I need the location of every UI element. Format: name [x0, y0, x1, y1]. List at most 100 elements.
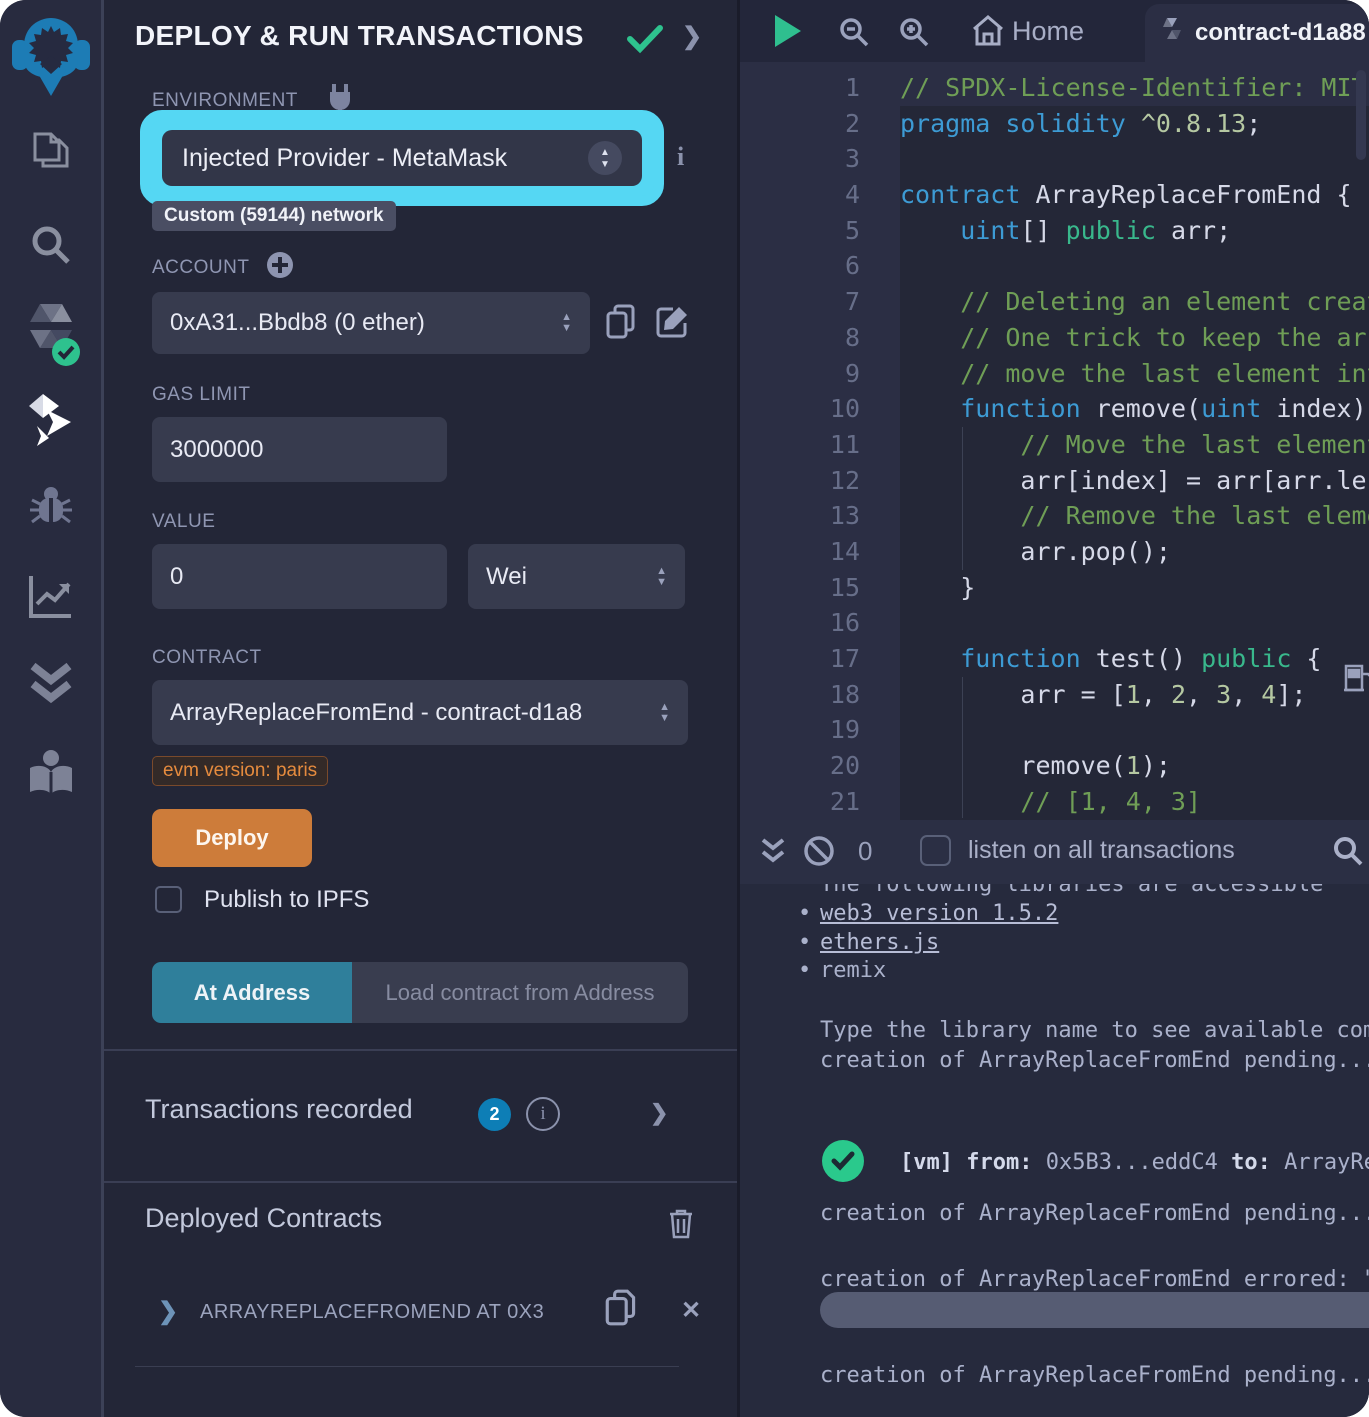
statistics-icon[interactable] — [0, 570, 101, 622]
select-arrows-icon: ▲▼ — [659, 702, 670, 724]
environment-info-icon[interactable]: i — [677, 142, 684, 172]
transactions-recorded-label: Transactions recorded — [145, 1094, 413, 1125]
deployed-item-expand-chevron[interactable]: ❯ — [158, 1297, 178, 1326]
remove-deployed-icon[interactable]: ✕ — [681, 1296, 701, 1325]
panel-title: DEPLOY & RUN TRANSACTIONS — [135, 20, 584, 52]
publish-ipfs-checkbox[interactable] — [155, 886, 182, 913]
static-analysis-icon[interactable] — [0, 658, 101, 710]
terminal-search-icon[interactable] — [1332, 835, 1364, 872]
code-line: 11 // Move the last element into the pla… — [740, 427, 1369, 463]
home-tab[interactable]: Home — [1012, 16, 1084, 47]
environment-select[interactable]: Injected Provider - MetaMask ▲▼ — [162, 130, 642, 186]
gas-limit-value: 3000000 — [170, 436, 263, 464]
code-lines: 1// SPDX-License-Identifier: MIT2pragma … — [740, 70, 1369, 819]
terminal-header: 0 listen on all transactions — [740, 820, 1369, 884]
transactions-expand-chevron[interactable]: ❯ — [650, 1100, 668, 1126]
code-line: 16 — [740, 605, 1369, 641]
terminal-line: Type the library name to see available c… — [820, 1018, 1369, 1043]
transactions-info-icon[interactable]: i — [526, 1097, 560, 1131]
add-account-icon[interactable] — [266, 251, 294, 284]
deployed-contracts-label: Deployed Contracts — [145, 1203, 382, 1234]
clear-console-icon[interactable] — [802, 834, 836, 873]
code-line: 15 } — [740, 570, 1369, 606]
code-line: 8 // One trick to keep the array compact… — [740, 320, 1369, 356]
copy-address-icon[interactable] — [604, 1288, 640, 1333]
icon-sidebar — [0, 0, 104, 1417]
gas-limit-label: GAS LIMIT — [152, 384, 250, 406]
zoom-out-icon[interactable] — [838, 16, 870, 53]
edit-account-icon[interactable] — [655, 303, 691, 344]
at-address-button[interactable]: At Address — [152, 962, 352, 1023]
listen-all-label: listen on all transactions — [968, 836, 1235, 865]
pending-tx-count: 0 — [858, 836, 872, 867]
search-icon[interactable] — [0, 222, 101, 268]
terminal-line: creation of ArrayReplaceFromEnd pending.… — [820, 1201, 1369, 1226]
tab-label: contract-d1a88 — [1195, 19, 1366, 47]
code-line: 1// SPDX-License-Identifier: MIT — [740, 70, 1369, 106]
code-line: 20 remove(1); — [740, 748, 1369, 784]
environment-highlight: Injected Provider - MetaMask ▲▼ — [140, 110, 664, 206]
zoom-in-icon[interactable] — [898, 16, 930, 53]
code-line: 2pragma solidity ^0.8.13; — [740, 106, 1369, 142]
collapse-terminal-icon[interactable] — [760, 836, 786, 873]
run-script-icon[interactable] — [775, 15, 801, 47]
contract-select[interactable]: ArrayReplaceFromEnd - contract-d1a8 ▲▼ — [152, 680, 688, 745]
evm-version-badge: evm version: paris — [152, 756, 328, 786]
terminal-line: creation of ArrayReplaceFromEnd errored:… — [820, 1267, 1369, 1292]
divider — [135, 1366, 679, 1367]
value-input[interactable]: 0 — [152, 544, 447, 609]
panel-collapse-chevron[interactable]: ❯ — [682, 22, 702, 51]
deploy-button[interactable]: Deploy — [152, 809, 312, 867]
divider — [104, 1049, 737, 1051]
load-address-input[interactable]: Load contract from Address — [352, 962, 688, 1023]
code-line: 13 // Remove the last element — [740, 498, 1369, 534]
divider — [104, 1181, 737, 1183]
learneth-icon[interactable] — [0, 748, 101, 802]
value-unit-select[interactable]: Wei ▲▼ — [468, 544, 685, 609]
terminal-line[interactable]: •web3 version 1.5.2 — [820, 901, 1058, 926]
code-line: 5 uint[] public arr; — [740, 213, 1369, 249]
value-label: VALUE — [152, 511, 215, 533]
debugger-icon[interactable] — [0, 482, 101, 532]
remix-logo[interactable] — [0, 12, 101, 98]
gas-limit-input[interactable]: 3000000 — [152, 417, 447, 482]
editor-topbar: Home contract-d1a88 — [740, 0, 1369, 62]
file-explorer-icon[interactable] — [0, 128, 101, 176]
copy-account-icon[interactable] — [605, 303, 639, 346]
home-icon[interactable] — [970, 14, 1006, 53]
trash-icon[interactable] — [666, 1206, 696, 1245]
remix-ide-window: DEPLOY & RUN TRANSACTIONS ❯ ENVIRONMENT … — [0, 0, 1369, 1417]
code-line: 19 — [740, 712, 1369, 748]
terminal-line: The following libraries are accessible — [820, 884, 1323, 897]
account-value: 0xA31...Bbdb8 (0 ether) — [170, 309, 425, 337]
value-value: 0 — [170, 563, 183, 591]
environment-label: ENVIRONMENT — [152, 90, 298, 112]
value-unit: Wei — [486, 563, 527, 591]
transactions-count-badge: 2 — [478, 1098, 511, 1131]
gas-estimate-icon — [1344, 662, 1369, 697]
terminal-line: [vm] from: 0x5B3...eddC4 to: ArrayReplac… — [900, 1150, 1369, 1175]
account-select[interactable]: 0xA31...Bbdb8 (0 ether) ▲▼ — [152, 292, 590, 354]
code-line: 17 function test() public { — [740, 641, 1369, 677]
code-line: 10 function remove(uint index) public { — [740, 391, 1369, 427]
select-arrows-icon: ▲▼ — [656, 566, 667, 588]
terminal-line[interactable]: •ethers.js — [820, 930, 939, 955]
network-badge: Custom (59144) network — [152, 201, 396, 231]
listen-all-checkbox[interactable] — [920, 835, 951, 866]
code-line: 7 // Deleting an element creates a gap i… — [740, 284, 1369, 320]
code-editor[interactable]: 1// SPDX-License-Identifier: MIT2pragma … — [740, 62, 1369, 820]
code-line: 4contract ArrayReplaceFromEnd { — [740, 177, 1369, 213]
code-line: 9 // move the last element into the plac… — [740, 356, 1369, 392]
indent-guide — [962, 427, 963, 570]
indent-guide — [962, 677, 963, 818]
terminal-output[interactable]: The following libraries are accessible •w… — [740, 884, 1369, 1417]
deployed-item-label: ARRAYREPLACEFROMEND AT 0X3 — [200, 1301, 544, 1324]
solidity-file-icon — [1161, 18, 1183, 48]
code-line: 14 arr.pop(); — [740, 534, 1369, 570]
solidity-compiler-icon[interactable] — [0, 302, 101, 368]
editor-area: Home contract-d1a88 1// SPDX-License-Ide… — [740, 0, 1369, 1417]
deploy-run-icon[interactable] — [0, 392, 101, 448]
editor-scrollbar[interactable] — [1356, 70, 1366, 160]
tab-contract-file[interactable]: contract-d1a88 — [1145, 4, 1369, 62]
terminal-scroll-pill — [820, 1292, 1369, 1328]
